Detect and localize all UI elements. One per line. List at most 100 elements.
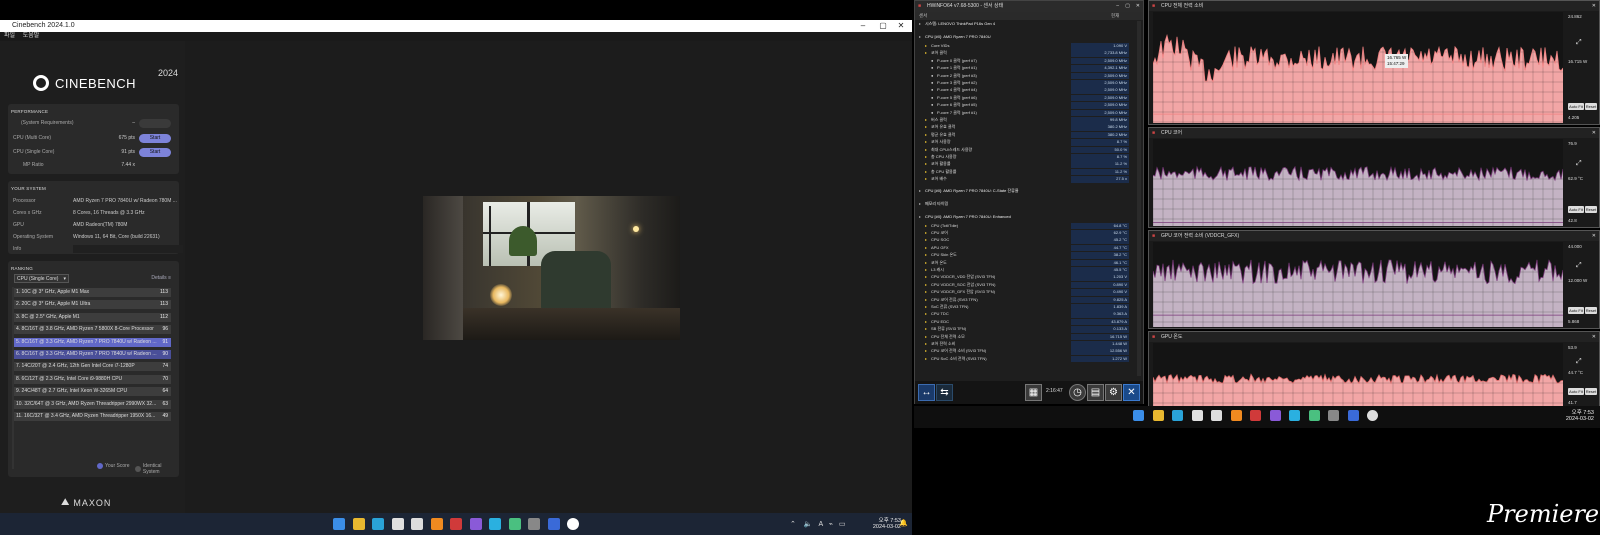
menu-help[interactable]: 도움말 — [23, 33, 40, 39]
sensor-row[interactable]: ▸ 코어 사용량 8.7 % — [915, 139, 1129, 146]
ranking-row[interactable]: 7. 14C/20T @ 2.4 GHz, 12th Gen Intel Cor… — [14, 362, 171, 372]
search-app-icon[interactable] — [1230, 410, 1242, 421]
start-icon[interactable] — [333, 518, 345, 530]
auto-fit-button[interactable]: Auto Fit — [1568, 388, 1584, 395]
chart-app-icon[interactable] — [1308, 410, 1320, 421]
ranking-scrollbar[interactable] — [12, 287, 14, 469]
sensor-row[interactable]: ▸ CPU 전체 전력 소모 16.715 W — [915, 333, 1129, 341]
onenote-icon[interactable] — [469, 518, 482, 530]
settings-gear-icon[interactable]: ⚙ — [1105, 384, 1122, 401]
sensor-row[interactable]: ▸ L3 캐시 45.5 °C — [915, 267, 1129, 274]
graph-expand-icon[interactable]: ⤢ — [1576, 39, 1582, 46]
multi-core-start-button[interactable]: Start — [139, 134, 171, 143]
app-icon[interactable] — [411, 518, 423, 530]
reset-button[interactable]: Reset — [1585, 206, 1597, 213]
tray-chevron-icon[interactable]: ⌃ — [790, 521, 796, 528]
chart-app-icon[interactable] — [508, 518, 521, 530]
graph-expand-icon[interactable]: ⤢ — [1576, 358, 1582, 365]
auto-fit-button[interactable]: Auto Fit — [1568, 206, 1584, 213]
sensor-row[interactable]: ▸ CPU 코어 전류 (SVI3 TFN) 9.825 A — [915, 296, 1129, 304]
sensor-row[interactable]: ▸ CPU Skin 온도 38.2 °C — [915, 252, 1129, 259]
close-x-icon[interactable]: ✕ — [1123, 384, 1140, 401]
edge-icon[interactable] — [372, 518, 384, 530]
settings-icon[interactable] — [1347, 410, 1359, 421]
graph-close-icon[interactable]: ✕ — [1592, 231, 1596, 241]
sensor-row[interactable]: ▸ SoC 전류 (SVI3 TFN) 1.839 A — [915, 304, 1129, 311]
cinebench-task-icon[interactable] — [1367, 410, 1378, 421]
sensor-row[interactable]: ▸ 코어 클럭 2,733.8 MHz — [915, 50, 1129, 57]
sensor-row[interactable]: ▸ 코어 온도 46.1 °C — [915, 259, 1129, 267]
single-core-start-button[interactable]: Start — [139, 148, 171, 157]
sensor-row[interactable]: ▸ CPU VDDCR_VDD 전압 (SVI3 TFN) 1.203 V — [915, 274, 1129, 281]
ranking-row[interactable]: 11. 16C/32T @ 3.4 GHz, AMD Ryzen Threadr… — [14, 412, 171, 421]
sensor-row[interactable]: ▸ CPU VDDCR_GFX 전압 (SVI3 TFN) 0.490 V — [915, 289, 1129, 296]
sensor-group[interactable]: ▸ 메모리 타이밍 — [915, 201, 1129, 208]
graph-expand-icon[interactable]: ⤢ — [1576, 160, 1582, 167]
sensor-row[interactable]: ▸ 코어 유효 클럭 380.2 MHz — [915, 124, 1129, 131]
ranking-row[interactable]: 8. 6C/12T @ 2.3 GHz, Intel Core i9-9880H… — [14, 374, 171, 384]
sensor-row[interactable]: ● P-core 2 클럭 (perf #3) 2,509.0 MHz — [915, 72, 1129, 80]
maximize-button[interactable]: ▢ — [874, 20, 892, 32]
ranking-row[interactable]: 10. 32C/64T @ 3 GHz, AMD Ryzen Threadrip… — [14, 399, 171, 409]
ranking-row[interactable]: 1. 10C @ 3* GHz, Apple M1 Max 113 — [14, 288, 171, 297]
search-app-icon[interactable] — [430, 518, 443, 530]
window-icon[interactable] — [1328, 410, 1339, 421]
sensor-group[interactable]: ▸ 시스템: LENOVO ThinkPad P16s Gen 4 — [915, 21, 1129, 28]
clock-left[interactable]: 오후 7:53 2024-03-02 — [865, 516, 901, 530]
sensor-group[interactable]: ▸ CPU [#0]: AMD Ryzen 7 PRO 7840U — [915, 34, 1129, 41]
graph-close-icon[interactable]: ✕ — [1592, 332, 1596, 342]
report-icon[interactable]: ▤ — [1087, 384, 1104, 401]
reset-button[interactable]: Reset — [1585, 103, 1597, 110]
minimize-button[interactable]: – — [854, 20, 872, 32]
window-icon[interactable] — [528, 518, 540, 530]
hwinfo-minimize-button[interactable]: – — [1116, 1, 1119, 12]
network-icon[interactable]: ▦ — [1025, 384, 1042, 401]
clock-right[interactable]: 오후 7:53 2024-03-02 — [1554, 408, 1594, 422]
tray-ime-icon[interactable]: A — [819, 521, 823, 528]
clock-icon[interactable]: ◷ — [1069, 384, 1086, 401]
cinebench-task-icon[interactable] — [567, 518, 579, 530]
sensor-row[interactable]: ▸ CPU SOC 45.2 °C — [915, 237, 1129, 244]
calendar-icon[interactable] — [391, 518, 404, 530]
sensor-row[interactable]: ▸ 코어 전력 소비 1.448 W — [915, 341, 1129, 348]
tray-speaker-icon[interactable]: 🔈 — [804, 521, 813, 528]
ranking-dropdown[interactable]: CPU (Single Core) ▾ — [14, 274, 69, 283]
sensor-row[interactable]: ▸ 코어 배수 27.5 x — [915, 176, 1129, 183]
details-link[interactable]: Details ≡ — [151, 275, 171, 281]
menu-file[interactable]: 파일 — [4, 33, 15, 39]
ranking-row[interactable]: 4. 8C/16T @ 3.8 GHz, AMD Ryzen 7 5800X 8… — [14, 325, 171, 335]
arrows-collapse-icon[interactable]: ⇆ — [936, 384, 953, 401]
sensor-row[interactable]: ▸ SB 전류 (SVI3 TFN) 0.133 A — [915, 326, 1129, 333]
sensor-row[interactable]: ● P-core 1 클럭 (perf #1) 4,392.1 MHz — [915, 65, 1129, 72]
sensor-row[interactable]: ▸ 평균 유효 클럭 380.2 MHz — [915, 131, 1129, 139]
sensor-row[interactable]: ● P-core 3 클럭 (perf #2) 2,509.0 MHz — [915, 80, 1129, 87]
tray-network-icon[interactable]: ⌁ — [829, 521, 833, 528]
bird-icon[interactable] — [489, 518, 501, 530]
file-explorer-icon[interactable] — [1152, 410, 1164, 421]
sensor-row[interactable]: ▸ CPU 코어 전력 소비 (SVI3 TFN) 12.556 W — [915, 348, 1129, 355]
sensor-row[interactable]: ▸ CPU VDDCR_SOC 전압 (SVI3 TFN) 0.890 V — [915, 281, 1129, 289]
sensor-row[interactable]: ● P-core 7 클럭 (perf #1) 2,509.0 MHz — [915, 109, 1129, 117]
sensor-row[interactable]: ▸ 버스 클럭 99.8 MHz — [915, 117, 1129, 124]
reset-button[interactable]: Reset — [1585, 388, 1597, 395]
arrows-expand-icon[interactable]: ↔ — [918, 384, 935, 401]
sensor-row[interactable]: ▸ 코어 활용률 11.2 % — [915, 161, 1129, 168]
file-explorer-icon[interactable] — [352, 518, 365, 530]
sensor-group[interactable]: ▸ CPU [#0]: AMD Ryzen 7 PRO 7840U: Enhanc… — [915, 214, 1129, 221]
sensor-row[interactable]: ● P-core 4 클럭 (perf #4) 2,509.0 MHz — [915, 87, 1129, 94]
sensor-scrollbar[interactable] — [1137, 21, 1141, 376]
ranking-row[interactable]: 2. 20C @ 3* GHz, Apple M1 Ultra 113 — [14, 300, 171, 310]
bird-icon[interactable] — [1289, 410, 1300, 421]
sensor-row[interactable]: ▸ CPU SoC 소비 전력 (SVI3 TFN) 1.272 W — [915, 355, 1129, 363]
notification-bell-icon[interactable]: 🔔 — [899, 519, 908, 527]
column-current[interactable]: 현재 — [1111, 12, 1119, 20]
ranking-row[interactable]: 5. 8C/16T @ 3.3 GHz, AMD Ryzen 7 PRO 784… — [14, 337, 171, 347]
onenote-icon[interactable] — [1269, 410, 1281, 421]
sensor-row[interactable]: ▸ APU GFX 44.7 °C — [915, 244, 1129, 252]
sensor-row[interactable]: ● P-core 0 클럭 (perf #7) 2,509.0 MHz — [915, 57, 1129, 65]
close-button[interactable]: ✕ — [892, 20, 910, 32]
hwinfo-maximize-button[interactable]: ▢ — [1125, 1, 1130, 12]
auto-fit-button[interactable]: Auto Fit — [1568, 103, 1584, 110]
sensor-row[interactable]: ▸ CPU EDC 43.879 A — [915, 318, 1129, 326]
graph-close-icon[interactable]: ✕ — [1592, 128, 1596, 138]
